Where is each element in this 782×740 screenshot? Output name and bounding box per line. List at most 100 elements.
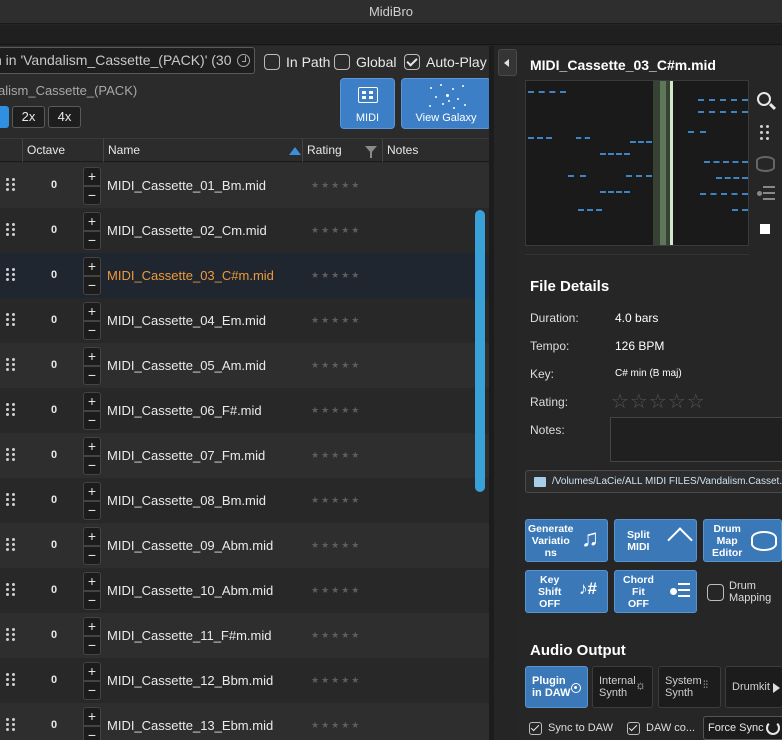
drag-handle-icon[interactable]: [6, 178, 16, 192]
octave-down-button[interactable]: −: [83, 681, 101, 700]
file-name[interactable]: MIDI_Cassette_11_F#m.mid: [107, 613, 272, 658]
table-row[interactable]: 0 + − MIDI_Cassette_07_Fm.mid ★★★★★: [0, 433, 489, 478]
in-path-checkbox-box[interactable]: [264, 54, 280, 70]
table-row[interactable]: 0 + − MIDI_Cassette_04_Em.mid ★★★★★: [0, 298, 489, 343]
table-row[interactable]: 0 + − MIDI_Cassette_11_F#m.mid ★★★★★: [0, 613, 489, 658]
rating-stars[interactable]: ★★★★★: [311, 613, 361, 658]
rating-stars[interactable]: ★★★★★: [311, 298, 361, 343]
rating-stars[interactable]: ★★★★★: [311, 433, 361, 478]
octave-up-button[interactable]: +: [83, 392, 101, 411]
drag-handle-icon[interactable]: [6, 358, 16, 372]
midi-button[interactable]: MIDI: [340, 78, 395, 129]
octave-up-button[interactable]: +: [83, 527, 101, 546]
drag-handle-icon[interactable]: [6, 313, 16, 327]
daw-control-checkbox[interactable]: DAW co...: [627, 720, 695, 736]
key-shift-button[interactable]: Key Shift OFF: [525, 570, 608, 613]
octave-up-button[interactable]: +: [83, 437, 101, 456]
file-name[interactable]: MIDI_Cassette_13_Ebm.mid: [107, 703, 273, 740]
filter-icon[interactable]: [365, 146, 377, 158]
octave-down-button[interactable]: −: [83, 636, 101, 655]
auto-play-checkbox-box[interactable]: [404, 54, 420, 70]
octave-down-button[interactable]: −: [83, 366, 101, 385]
octave-up-button[interactable]: +: [83, 617, 101, 636]
rating-stars[interactable]: ★★★★★: [311, 208, 361, 253]
global-checkbox-box[interactable]: [334, 54, 350, 70]
force-sync-button[interactable]: Force Sync: [703, 716, 782, 740]
notes-field[interactable]: [610, 417, 782, 462]
octave-up-button[interactable]: +: [83, 212, 101, 231]
drag-handle-icon[interactable]: [6, 583, 16, 597]
split-midi-button[interactable]: Split MIDI: [614, 519, 697, 562]
rating-stars[interactable]: ☆☆☆☆☆: [611, 389, 706, 414]
drag-handle-icon[interactable]: [6, 493, 16, 507]
search-icon[interactable]: [757, 92, 771, 106]
zoom-4x-button[interactable]: 4x: [48, 106, 81, 128]
generate-variations-button[interactable]: Generate Variatio ns: [525, 519, 608, 562]
internal-synth-button[interactable]: Internal Synth: [592, 666, 653, 708]
table-row[interactable]: 0 + − MIDI_Cassette_03_C#m.mid ★★★★★: [0, 253, 489, 298]
pane-divider[interactable]: [489, 46, 494, 740]
file-path-bar[interactable]: /Volumes/LaCie/ALL MIDI FILES/Vandalism.…: [525, 470, 782, 493]
rating-stars[interactable]: ★★★★★: [311, 253, 361, 298]
table-row[interactable]: 0 + − MIDI_Cassette_12_Bbm.mid ★★★★★: [0, 658, 489, 703]
octave-up-button[interactable]: +: [83, 482, 101, 501]
file-name[interactable]: MIDI_Cassette_05_Am.mid: [107, 343, 266, 388]
octave-up-button[interactable]: +: [83, 347, 101, 366]
column-notes[interactable]: Notes: [382, 139, 489, 162]
daw-control-box[interactable]: [627, 721, 640, 735]
file-name[interactable]: MIDI_Cassette_01_Bm.mid: [107, 163, 266, 208]
file-name[interactable]: MIDI_Cassette_04_Em.mid: [107, 298, 266, 343]
file-name[interactable]: MIDI_Cassette_06_F#.mid: [107, 388, 262, 433]
zoom-2x-button[interactable]: 2x: [12, 106, 45, 128]
drum-map-editor-button[interactable]: Drum Map Editor: [703, 519, 782, 562]
table-row[interactable]: 0 + − MIDI_Cassette_09_Abm.mid ★★★★★: [0, 523, 489, 568]
rating-stars[interactable]: ★★★★★: [311, 523, 361, 568]
octave-up-button[interactable]: +: [83, 707, 101, 726]
octave-down-button[interactable]: −: [83, 411, 101, 430]
drumkit-button[interactable]: Drumkit: [725, 666, 782, 708]
drag-handle-icon[interactable]: [6, 223, 16, 237]
file-name[interactable]: MIDI_Cassette_10_Abm.mid: [107, 568, 273, 613]
rating-stars[interactable]: ★★★★★: [311, 478, 361, 523]
drag-handle-icon[interactable]: [6, 448, 16, 462]
table-row[interactable]: 0 + − MIDI_Cassette_05_Am.mid ★★★★★: [0, 343, 489, 388]
file-name[interactable]: MIDI_Cassette_02_Cm.mid: [107, 208, 267, 253]
plugin-in-daw-button[interactable]: Plugin in DAW: [525, 666, 588, 708]
file-name[interactable]: MIDI_Cassette_07_Fm.mid: [107, 433, 265, 478]
drum-icon[interactable]: [756, 156, 775, 172]
collapse-panel-button[interactable]: [498, 49, 517, 76]
file-name[interactable]: MIDI_Cassette_12_Bbm.mid: [107, 658, 273, 703]
octave-down-button[interactable]: −: [83, 456, 101, 475]
search-input[interactable]: h in 'Vandalism_Cassette_(PACK)' (30: [0, 47, 255, 74]
system-synth-button[interactable]: System Synth: [658, 666, 721, 708]
sync-to-daw-box[interactable]: [529, 721, 542, 735]
octave-down-button[interactable]: −: [83, 231, 101, 250]
view-galaxy-button[interactable]: View Galaxy: [401, 78, 491, 129]
drag-handle-icon[interactable]: [6, 718, 16, 732]
octave-up-button[interactable]: +: [83, 572, 101, 591]
drag-handle-icon[interactable]: [6, 628, 16, 642]
note-list-icon[interactable]: [757, 186, 775, 200]
octave-up-button[interactable]: +: [83, 662, 101, 681]
octave-down-button[interactable]: −: [83, 186, 101, 205]
drag-handle-icon[interactable]: [6, 538, 16, 552]
octave-down-button[interactable]: −: [83, 591, 101, 610]
drag-handle-icon[interactable]: [760, 125, 770, 140]
drag-handle-icon[interactable]: [6, 403, 16, 417]
table-row[interactable]: 0 + − MIDI_Cassette_01_Bm.mid ★★★★★: [0, 163, 489, 208]
octave-up-button[interactable]: +: [83, 257, 101, 276]
drum-mapping-checkbox[interactable]: [707, 584, 724, 601]
rating-stars[interactable]: ★★★★★: [311, 703, 361, 740]
auto-play-checkbox[interactable]: Auto-Play: [404, 53, 487, 71]
file-name[interactable]: MIDI_Cassette_09_Abm.mid: [107, 523, 273, 568]
list-scrollbar[interactable]: [475, 210, 485, 492]
search-history-icon[interactable]: [237, 54, 250, 67]
chord-fit-button[interactable]: Chord Fit OFF: [614, 570, 697, 613]
rating-stars[interactable]: ★★★★★: [311, 658, 361, 703]
table-row[interactable]: 0 + − MIDI_Cassette_08_Bm.mid ★★★★★: [0, 478, 489, 523]
table-row[interactable]: 0 + − MIDI_Cassette_13_Ebm.mid ★★★★★: [0, 703, 489, 740]
octave-down-button[interactable]: −: [83, 321, 101, 340]
octave-down-button[interactable]: −: [83, 276, 101, 295]
octave-down-button[interactable]: −: [83, 726, 101, 740]
drag-handle-icon[interactable]: [6, 268, 16, 282]
